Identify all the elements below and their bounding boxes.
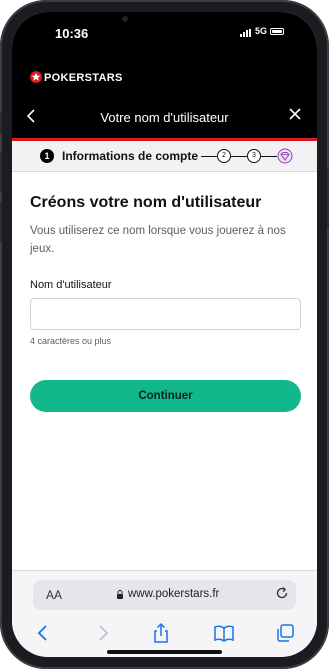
front-camera	[122, 16, 128, 22]
form-heading: Créons votre nom d'utilisateur	[30, 194, 262, 211]
brand-logo: POKERSTARS	[44, 72, 123, 84]
bookmarks-icon[interactable]	[213, 622, 235, 644]
page-header: Votre nom d'utilisateur	[12, 98, 317, 141]
step-1-indicator: 1	[40, 149, 54, 163]
browser-back-icon[interactable]	[32, 622, 54, 644]
browser-forward-icon[interactable]	[92, 622, 114, 644]
signal-icon	[240, 29, 254, 37]
diamond-icon	[277, 148, 293, 164]
browser-toolbar: AA www.pokerstars.fr	[12, 570, 317, 657]
step-connector	[261, 156, 277, 157]
phone-frame: 10:36 5G POKERSTARS Votre nom d'utilisat…	[0, 0, 329, 669]
mute-switch	[0, 112, 2, 134]
brand-bar: POKERSTARS	[12, 60, 317, 98]
form-description: Vous utiliserez ce nom lorsque vous joue…	[30, 225, 286, 255]
battery-icon	[270, 28, 284, 35]
tabs-icon[interactable]	[274, 622, 296, 644]
share-icon[interactable]	[150, 622, 172, 644]
network-type: 5G	[255, 26, 268, 36]
username-input[interactable]	[30, 298, 301, 330]
username-label: Nom d'utilisateur	[30, 279, 112, 291]
step-3-indicator: 3	[247, 149, 261, 163]
username-hint: 4 caractères ou plus	[30, 336, 112, 346]
text-size-button[interactable]: AA	[46, 588, 62, 602]
lock-icon	[117, 590, 123, 599]
progress-stepper: 1 Informations de compte 2 3	[12, 141, 317, 172]
step-1-label: Informations de compte	[62, 149, 199, 163]
page-title: Votre nom d'utilisateur	[100, 110, 229, 125]
pokerstars-star-icon	[30, 71, 42, 83]
volume-down-button	[0, 202, 2, 242]
home-indicator	[107, 650, 222, 654]
step-2-indicator: 2	[217, 149, 231, 163]
continue-button[interactable]: Continuer	[30, 380, 301, 412]
reload-icon[interactable]	[275, 586, 289, 603]
step-connector	[231, 156, 247, 157]
volume-up-button	[0, 152, 2, 192]
url-text: www.pokerstars.fr	[128, 588, 220, 600]
close-icon[interactable]	[288, 106, 302, 124]
status-bar: 10:36 5G	[12, 12, 317, 60]
status-time: 10:36	[55, 26, 89, 41]
address-bar[interactable]: AA www.pokerstars.fr	[33, 580, 296, 610]
phone-screen: 10:36 5G POKERSTARS Votre nom d'utilisat…	[12, 12, 317, 657]
step-connector	[201, 156, 217, 157]
